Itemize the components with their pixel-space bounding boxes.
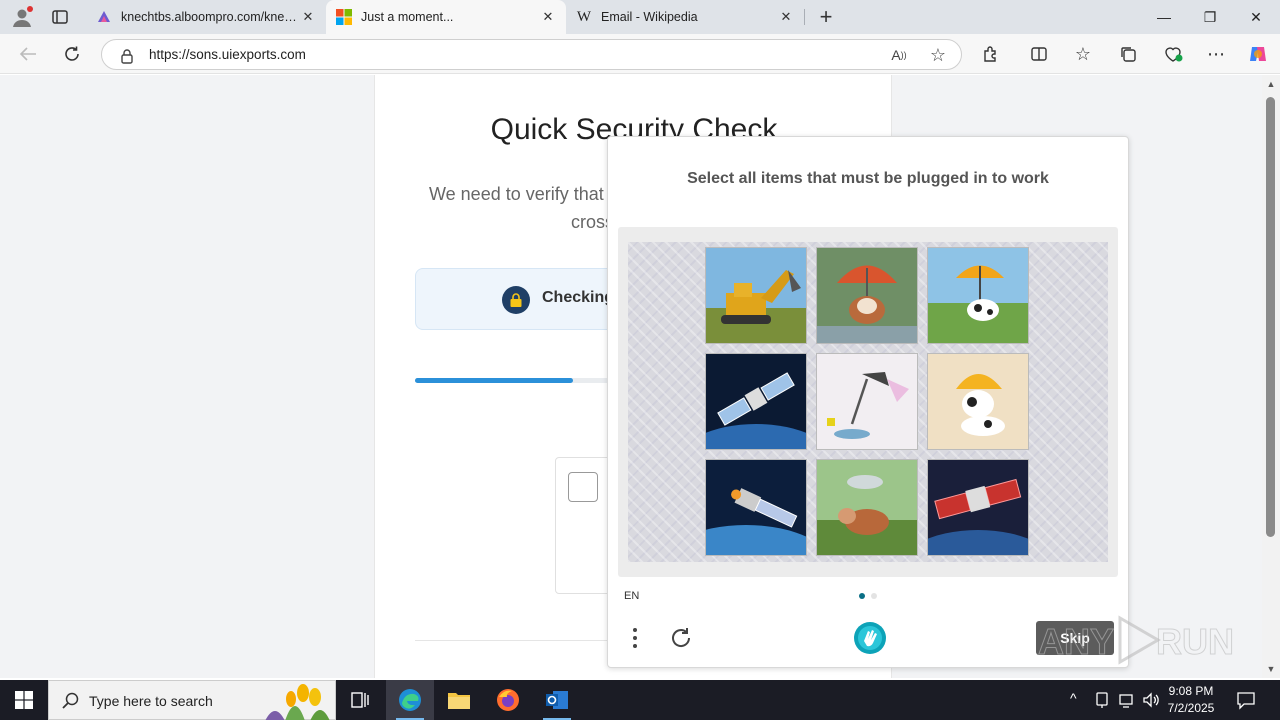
challenge-prompt: Select all items that must be plugged in… [687, 170, 1049, 187]
network-icon[interactable] [1118, 691, 1136, 714]
read-aloud-icon[interactable]: A)) [887, 44, 911, 66]
challenge-tile-excavator[interactable] [705, 247, 807, 344]
tab-alboom[interactable]: knechtbs.alboompro.com/knechtb ✕ [86, 0, 326, 34]
tab-strip: knechtbs.alboompro.com/knechtb ✕ Just a … [0, 0, 1280, 34]
challenge-grid-background [628, 242, 1108, 562]
profile-icon[interactable] [10, 5, 34, 29]
split-screen-icon[interactable] [1024, 40, 1054, 68]
challenge-tile-cow-umbrella[interactable] [927, 247, 1029, 344]
close-tab-icon[interactable]: ✕ [540, 9, 556, 25]
system-clock[interactable]: 9:08 PM 7/2/2025 [1160, 683, 1222, 717]
microsoft-icon [336, 9, 352, 25]
tab-actions-icon[interactable] [50, 8, 70, 26]
address-bar[interactable]: https://sons.uiexports.com A)) ☆ [101, 39, 962, 70]
hcaptcha-challenge: Select all items that must be plugged in… [607, 136, 1129, 668]
windows-taskbar: Type here to search ^ 9:08 PM 7/2/2025 [0, 680, 1280, 720]
page-scrollbar[interactable]: ▲ ▼ [1262, 75, 1280, 678]
tab-title: Email - Wikipedia [601, 10, 698, 24]
progress-fill [415, 378, 574, 383]
challenge-tile-desk-lamp[interactable] [816, 353, 918, 450]
challenge-tile-satellite[interactable] [705, 353, 807, 450]
challenge-image-area [618, 227, 1118, 577]
challenge-tile-cow-hat[interactable] [927, 353, 1029, 450]
tab-title: Just a moment... [361, 10, 454, 24]
skip-button[interactable]: Skip [1036, 621, 1114, 655]
padlock-icon [502, 286, 530, 314]
challenge-tile-cow-umbrella[interactable] [816, 247, 918, 344]
language-selector[interactable]: EN [624, 590, 639, 602]
scroll-up-arrow-icon[interactable]: ▲ [1262, 79, 1280, 89]
url-text[interactable]: https://sons.uiexports.com [149, 47, 306, 62]
search-placeholder: Type here to search [89, 693, 213, 709]
close-tab-icon[interactable]: ✕ [300, 9, 316, 25]
wikipedia-icon: W [576, 9, 592, 25]
page-indicator-dot [871, 593, 877, 599]
checking-text: Checking [542, 289, 615, 306]
notifications-icon[interactable] [1236, 690, 1256, 715]
volume-icon[interactable] [1142, 691, 1160, 714]
browser-essentials-icon[interactable] [1158, 40, 1188, 68]
challenge-tile-cow[interactable] [816, 459, 918, 556]
refresh-button[interactable] [57, 40, 87, 68]
tab-separator [804, 9, 805, 25]
task-view-icon[interactable] [336, 680, 384, 720]
scroll-down-arrow-icon[interactable]: ▼ [1262, 664, 1280, 674]
firefox-icon[interactable] [484, 680, 532, 720]
challenge-tile-satellite[interactable] [705, 459, 807, 556]
clock-time: 9:08 PM [1168, 684, 1214, 698]
copilot-icon[interactable] [1243, 40, 1273, 68]
more-menu-icon[interactable]: ⋯ [1201, 40, 1231, 68]
captcha-checkbox[interactable] [568, 472, 598, 502]
network-device-icon[interactable] [1094, 691, 1110, 714]
clock-date: 7/2/2025 [1167, 701, 1215, 715]
extensions-icon[interactable] [976, 40, 1006, 68]
alboom-icon [98, 11, 110, 22]
tab-title: knechtbs.alboompro.com/knechtb [121, 10, 300, 24]
page-indicator-dot-active [859, 593, 865, 599]
taskbar-search-box[interactable]: Type here to search [48, 680, 336, 720]
tab-wikipedia[interactable]: W Email - Wikipedia ✕ [566, 0, 804, 34]
scroll-thumb[interactable] [1266, 97, 1275, 537]
tab-just-a-moment[interactable]: Just a moment... ✕ [326, 0, 566, 34]
file-explorer-icon[interactable] [435, 680, 483, 720]
hcaptcha-logo-icon [853, 621, 887, 655]
close-tab-icon[interactable]: ✕ [778, 9, 794, 25]
restore-button[interactable]: ❐ [1187, 0, 1233, 34]
back-button[interactable] [13, 40, 43, 68]
close-window-button[interactable]: ✕ [1233, 0, 1279, 34]
favorites-icon[interactable]: ☆ [1068, 40, 1098, 68]
browser-toolbar: https://sons.uiexports.com A)) ☆ ☆ ⋯ [0, 34, 1280, 74]
edge-taskbar-icon[interactable] [386, 680, 434, 720]
challenge-tile-satellite[interactable] [927, 459, 1029, 556]
outlook-icon[interactable] [533, 680, 581, 720]
show-hidden-icons-chevron-icon[interactable]: ^ [1070, 690, 1077, 706]
start-button[interactable] [0, 680, 48, 720]
site-info-icon[interactable] [120, 48, 134, 64]
new-tab-button[interactable]: + [812, 3, 840, 31]
minimize-button[interactable]: — [1141, 0, 1187, 34]
menu-dots-icon[interactable] [628, 625, 642, 651]
tulips-icon [265, 684, 330, 720]
favorite-star-icon[interactable]: ☆ [926, 44, 950, 66]
search-icon [62, 692, 79, 709]
refresh-challenge-icon[interactable] [668, 625, 694, 651]
collections-icon[interactable] [1113, 40, 1143, 68]
